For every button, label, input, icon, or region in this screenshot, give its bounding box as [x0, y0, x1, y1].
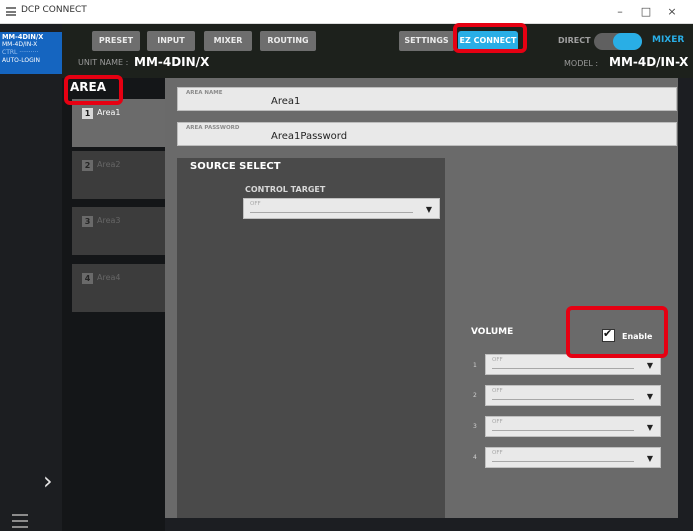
menu-icon[interactable] — [12, 514, 28, 528]
volume-dropdown[interactable]: OFF ▼ — [485, 416, 661, 437]
device-list-item[interactable]: AUTO-LOGIN — [2, 57, 60, 65]
device-list-item[interactable]: CTRL ·········· — [2, 49, 60, 57]
volume-row-number: 3 — [473, 423, 477, 430]
area-name-label: AREA NAME — [186, 90, 223, 96]
minimize-button[interactable]: – — [608, 2, 632, 22]
ez-connect-callout — [453, 23, 527, 53]
area-name-field[interactable]: AREA NAME Area1 — [177, 87, 677, 111]
device-list-item[interactable]: MM-4DIN/X — [2, 33, 60, 41]
volume-row-number: 1 — [473, 362, 477, 369]
area-number: 1 — [82, 108, 93, 119]
volume-dropdown-value: OFF — [492, 450, 503, 456]
control-target-label: CONTROL TARGET — [245, 185, 326, 194]
dropdown-underline — [492, 399, 634, 400]
volume-dropdown-value: OFF — [492, 419, 503, 425]
next-arrow-icon[interactable]: › — [43, 467, 53, 495]
dropdown-underline — [492, 368, 634, 369]
tab-mixer[interactable]: MIXER — [204, 31, 252, 51]
volume-row-number: 4 — [473, 454, 477, 461]
source-select-title: SOURCE SELECT — [190, 161, 281, 172]
chevron-down-icon: ▼ — [646, 392, 653, 401]
chevron-down-icon: ▼ — [646, 423, 653, 432]
chevron-down-icon: ▼ — [646, 361, 653, 370]
main-area: AREA NAME Area1 AREA PASSWORD Area1Passw… — [165, 78, 693, 531]
mixer-label: MIXER — [652, 35, 685, 45]
dropdown-underline — [492, 430, 634, 431]
area-number: 2 — [82, 160, 93, 171]
header: PRESET INPUT MIXER ROUTING SETTINGS EZ C… — [62, 24, 693, 78]
tab-preset[interactable]: PRESET — [92, 31, 140, 51]
volume-dropdown[interactable]: OFF ▼ — [485, 385, 661, 406]
direct-mixer-toggle[interactable] — [594, 33, 642, 50]
area-password-value[interactable]: Area1Password — [271, 131, 347, 142]
chevron-down-icon: ▼ — [646, 454, 653, 463]
device-list-item[interactable]: MM-4D/IN-X — [2, 41, 60, 49]
area-item[interactable]: 3 Area3 — [72, 207, 174, 255]
unit-name: MM-4DIN/X — [134, 55, 210, 69]
title-bar: DCP CONNECT – □ × — [0, 0, 693, 24]
area-name-value[interactable]: Area1 — [271, 96, 300, 107]
maximize-button[interactable]: □ — [634, 2, 658, 22]
dropdown-underline — [492, 461, 634, 462]
tab-input[interactable]: INPUT — [147, 31, 195, 51]
area-number: 4 — [82, 273, 93, 284]
window-title: DCP CONNECT — [21, 5, 87, 15]
enable-callout — [566, 306, 668, 358]
close-button[interactable]: × — [660, 2, 684, 22]
area-password-label: AREA PASSWORD — [186, 125, 240, 131]
toggle-knob — [613, 33, 642, 50]
area-item[interactable]: 2 Area2 — [72, 151, 174, 199]
control-target-value: OFF — [250, 201, 261, 207]
volume-dropdown-value: OFF — [492, 357, 503, 363]
area-item-label: Area4 — [97, 273, 121, 282]
area-item-label: Area2 — [97, 160, 121, 169]
area-list: AREA 1 Area1 2 Area2 3 Area3 4 Area4 — [62, 78, 174, 531]
dropdown-underline — [250, 212, 413, 213]
device-list[interactable]: MM-4DIN/X MM-4D/IN-X CTRL ·········· AUT… — [0, 32, 62, 74]
tab-routing[interactable]: ROUTING — [260, 31, 316, 51]
area-item-label: Area3 — [97, 216, 121, 225]
model-label: MODEL : — [564, 59, 599, 68]
area-item[interactable]: 1 Area1 — [72, 99, 174, 147]
app-icon — [6, 7, 16, 16]
area-item[interactable]: 4 Area4 — [72, 264, 174, 312]
chevron-down-icon: ▼ — [425, 205, 432, 214]
volume-row-number: 2 — [473, 392, 477, 399]
control-target-dropdown[interactable]: OFF ▼ — [243, 198, 440, 219]
direct-label: DIRECT — [558, 36, 591, 45]
area-item-label: Area1 — [97, 108, 121, 117]
area-number: 3 — [82, 216, 93, 227]
volume-label: VOLUME — [471, 327, 514, 337]
model-value: MM-4D/IN-X — [609, 55, 689, 69]
area-callout — [64, 75, 123, 105]
volume-dropdown-value: OFF — [492, 388, 503, 394]
tab-settings[interactable]: SETTINGS — [399, 31, 454, 51]
device-column: MM-4DIN/X MM-4D/IN-X CTRL ·········· AUT… — [0, 24, 62, 531]
unit-name-label: UNIT NAME : — [78, 58, 129, 67]
volume-dropdown[interactable]: OFF ▼ — [485, 447, 661, 468]
area-settings-panel: AREA NAME Area1 AREA PASSWORD Area1Passw… — [165, 78, 678, 518]
area-password-field[interactable]: AREA PASSWORD Area1Password — [177, 122, 677, 146]
